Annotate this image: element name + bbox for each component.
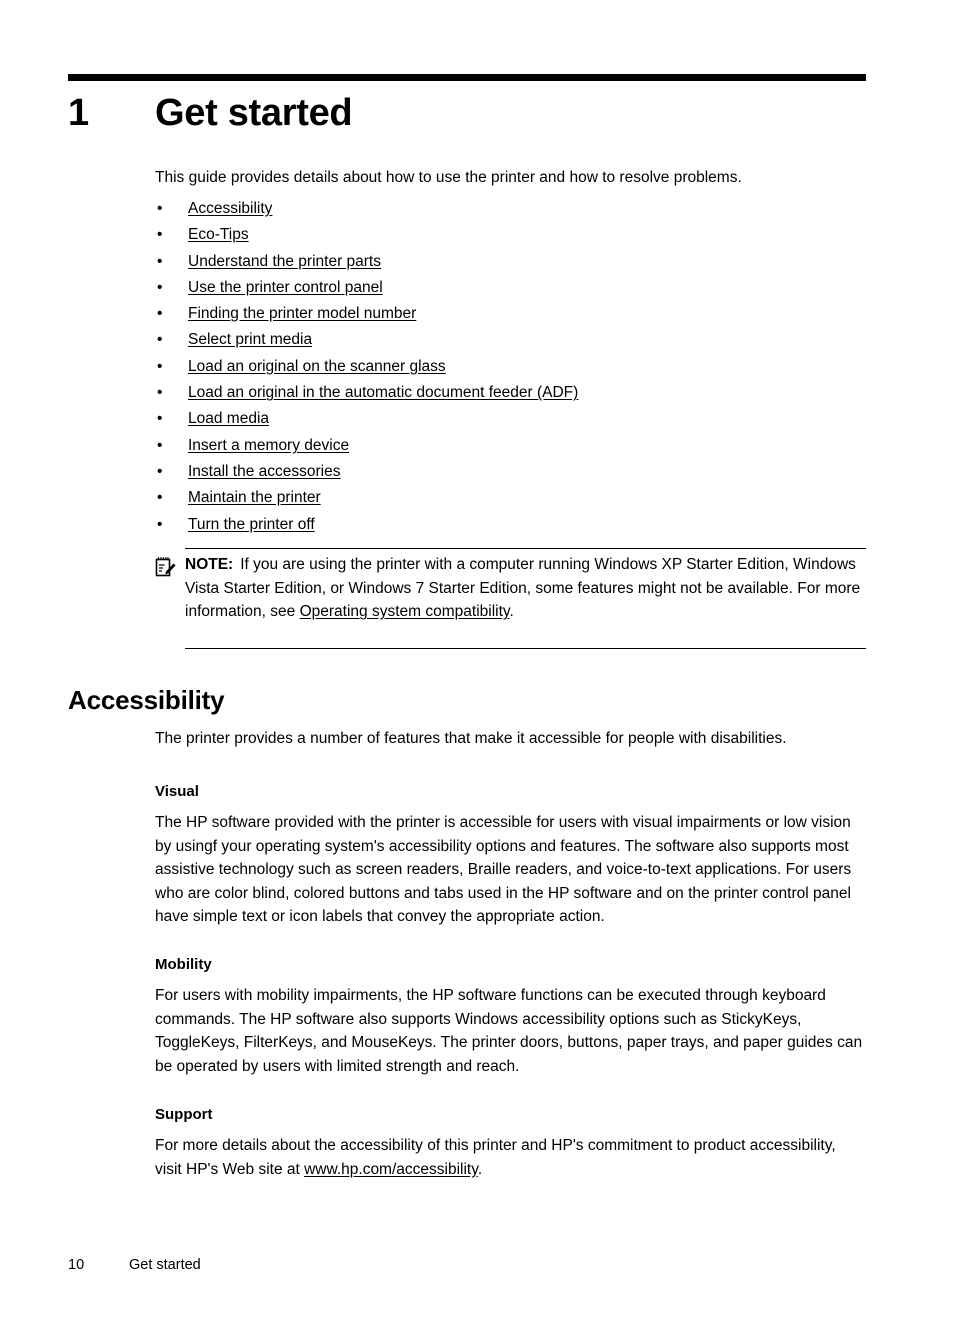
note-text-after-link: . bbox=[509, 603, 514, 620]
bullet-icon: • bbox=[157, 436, 163, 454]
page-footer: 10 Get started bbox=[68, 1256, 866, 1275]
note-label: NOTE: bbox=[185, 556, 234, 573]
list-item[interactable]: • Maintain the printer bbox=[155, 487, 866, 513]
toc-link-load-original-scanner-glass[interactable]: Load an original on the scanner glass bbox=[188, 358, 446, 375]
bullet-icon: • bbox=[157, 278, 163, 296]
subsection-heading-support: Support bbox=[155, 1106, 213, 1123]
support-paragraph: For more details about the accessibility… bbox=[155, 1134, 866, 1181]
note-bottom-divider bbox=[185, 648, 866, 649]
support-text-before-link: For more details about the accessibility… bbox=[155, 1137, 836, 1178]
support-text-after-link: . bbox=[477, 1160, 483, 1178]
list-item[interactable]: • Finding the printer model number bbox=[155, 303, 866, 329]
toc-link-load-original-adf[interactable]: Load an original in the automatic docume… bbox=[188, 384, 578, 401]
bullet-icon: • bbox=[157, 305, 163, 323]
toc-link-eco-tips[interactable]: Eco-Tips bbox=[188, 226, 249, 243]
list-item[interactable]: • Select print media bbox=[155, 329, 866, 355]
bullet-icon: • bbox=[157, 252, 163, 270]
list-item[interactable]: • Load an original in the automatic docu… bbox=[155, 382, 866, 408]
chapter-rule-bar bbox=[68, 74, 866, 81]
toc-link-select-print-media[interactable]: Select print media bbox=[188, 331, 312, 348]
chapter-number: 1 bbox=[68, 92, 89, 134]
note-top-divider bbox=[185, 548, 866, 549]
toc-link-understand-printer-parts[interactable]: Understand the printer parts bbox=[188, 253, 381, 270]
bullet-icon: • bbox=[157, 226, 163, 244]
list-item[interactable]: • Turn the printer off bbox=[155, 514, 866, 540]
toc-link-use-printer-control-panel[interactable]: Use the printer control panel bbox=[188, 279, 383, 296]
toc-link-insert-memory-device[interactable]: Insert a memory device bbox=[188, 437, 349, 454]
toc-link-maintain-printer[interactable]: Maintain the printer bbox=[188, 489, 321, 506]
list-item[interactable]: • Load an original on the scanner glass bbox=[155, 356, 866, 382]
toc-link-accessibility[interactable]: Accessibility bbox=[188, 200, 272, 217]
subsection-heading-mobility: Mobility bbox=[155, 956, 212, 973]
note-pad-pencil-icon bbox=[155, 556, 177, 578]
bullet-icon: • bbox=[157, 357, 163, 375]
list-item[interactable]: • Load media bbox=[155, 408, 866, 434]
page-title: Get started bbox=[155, 92, 353, 134]
bullet-icon: • bbox=[157, 331, 163, 349]
bullet-icon: • bbox=[157, 200, 163, 217]
subsection-heading-visual: Visual bbox=[155, 783, 199, 800]
chapter-intro-paragraph: This guide provides details about how to… bbox=[155, 169, 742, 186]
accessibility-intro-paragraph: The printer provides a number of feature… bbox=[155, 730, 787, 747]
mobility-paragraph: For users with mobility impairments, the… bbox=[155, 987, 863, 1075]
chapter-link-list: • Accessibility • Eco-Tips • Understand … bbox=[155, 198, 866, 540]
chapter-heading: 1 Get started bbox=[68, 88, 866, 138]
bullet-icon: • bbox=[157, 515, 163, 533]
toc-link-finding-printer-model-number[interactable]: Finding the printer model number bbox=[188, 305, 416, 322]
document-page: 1 Get started This guide provides details… bbox=[0, 0, 954, 1321]
note-text: NOTE: If you are using the printer with a… bbox=[185, 553, 866, 624]
visual-paragraph: The HP software provided with the printe… bbox=[155, 814, 852, 925]
list-item[interactable]: • Use the printer control panel bbox=[155, 277, 866, 303]
toc-link-install-accessories[interactable]: Install the accessories bbox=[188, 463, 341, 480]
support-link-hp-accessibility[interactable]: www.hp.com/accessibility bbox=[304, 1161, 478, 1178]
section-heading-accessibility: Accessibility bbox=[68, 685, 225, 715]
bullet-icon: • bbox=[157, 489, 163, 507]
toc-link-load-media[interactable]: Load media bbox=[188, 410, 269, 427]
list-item[interactable]: • Understand the printer parts bbox=[155, 251, 866, 277]
list-item[interactable]: • Insert a memory device bbox=[155, 435, 866, 461]
note-link-operating-system-compatibility[interactable]: Operating system compatibility bbox=[300, 603, 510, 620]
list-item[interactable]: • Accessibility bbox=[155, 198, 866, 224]
footer-chapter-name: Get started bbox=[129, 1257, 201, 1273]
toc-link-turn-printer-off[interactable]: Turn the printer off bbox=[188, 516, 315, 533]
list-item[interactable]: • Eco-Tips bbox=[155, 224, 866, 250]
note-text-before-link: If you are using the printer with a comp… bbox=[185, 556, 861, 620]
list-item[interactable]: • Install the accessories bbox=[155, 461, 866, 487]
bullet-icon: • bbox=[157, 384, 163, 402]
bullet-icon: • bbox=[157, 462, 163, 480]
bullet-icon: • bbox=[157, 410, 163, 428]
footer-page-number: 10 bbox=[68, 1257, 85, 1273]
